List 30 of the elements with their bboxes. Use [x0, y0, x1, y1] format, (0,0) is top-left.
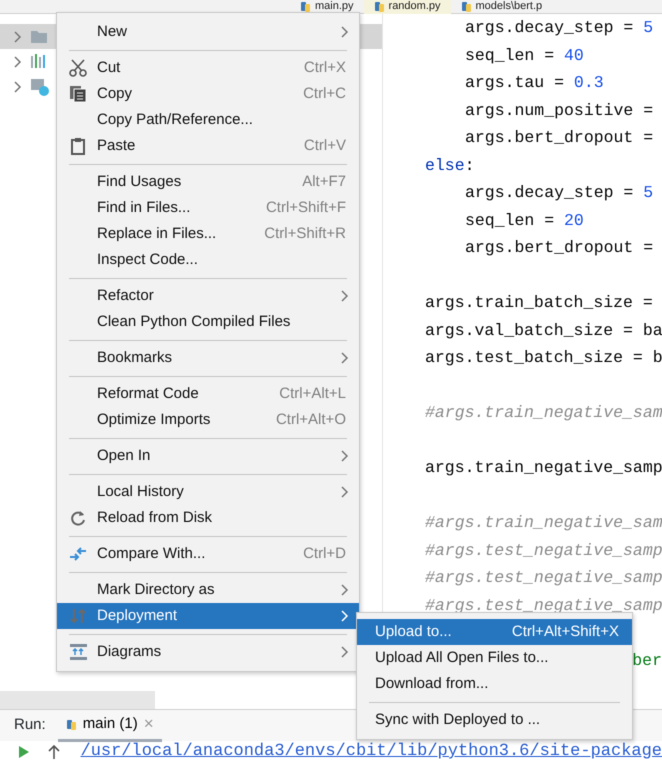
- code-line: args.train_negative_samp: [425, 458, 662, 477]
- code-line: #args.train_negative_sam: [425, 513, 662, 532]
- shortcut-text: Ctrl+Alt+O: [276, 410, 347, 430]
- code-line: args.val_batch_size = ba: [425, 320, 662, 340]
- code-line: args.tau = 0.3: [465, 73, 604, 92]
- code-line: args.decay_step = 5: [465, 183, 654, 202]
- code-line: #args.test_negative_samp: [425, 568, 662, 587]
- code-line: args.decay_step = 5: [465, 18, 654, 37]
- code-line: args.bert_dropout =: [465, 128, 654, 147]
- code-line: seq_len = 40: [465, 46, 584, 64]
- shortcut-text: Ctrl+Alt+L: [279, 384, 347, 404]
- shortcut-text: Ctrl+Alt+Shift+X: [512, 622, 620, 642]
- shortcut-text: Ctrl+V: [304, 136, 347, 156]
- code-line: seq_len = 20: [465, 210, 584, 230]
- code-line: #args.test_negative_samp: [425, 596, 662, 614]
- code-line: args.train_batch_size =: [425, 293, 653, 312]
- code-line: else:: [425, 156, 475, 174]
- code-line: #args.test_negative_samp: [425, 540, 662, 560]
- code-line: args.num_positive =: [465, 100, 654, 120]
- shortcut-text: Ctrl+Shift+R: [264, 224, 347, 244]
- code-line: ber: [632, 650, 662, 670]
- run-label: Run:: [14, 715, 46, 736]
- shortcut-text: Ctrl+C: [303, 84, 347, 104]
- code-line: args.bert_dropout =: [465, 238, 654, 257]
- shortcut-text: Ctrl+X: [304, 58, 347, 78]
- shortcut-text: Ctrl+Shift+F: [266, 198, 347, 218]
- code-line: args.test_batch_size = b: [425, 348, 662, 367]
- shortcut-text: Alt+F7: [302, 172, 347, 192]
- code-line: #args.train_negative_sam: [425, 403, 662, 422]
- shortcut-text: Ctrl+D: [303, 544, 347, 564]
